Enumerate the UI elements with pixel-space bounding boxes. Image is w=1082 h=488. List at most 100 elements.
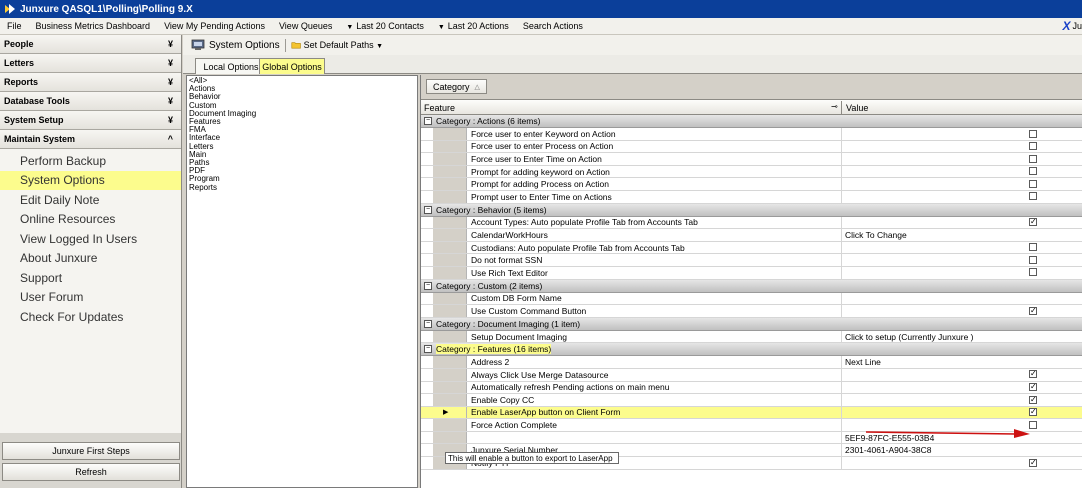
sidebar-item-perform-backup[interactable]: Perform Backup [0,151,181,171]
row-selector[interactable] [433,128,467,140]
value-cell[interactable] [841,241,1082,254]
value-cell[interactable] [841,254,1082,266]
menu-search-actions[interactable]: Search Actions [516,21,590,31]
table-row[interactable]: Prompt for adding keyword on Action [421,165,1082,179]
value-cell[interactable] [841,457,1082,469]
sidebar-section-reports[interactable]: Reports ¥ [0,73,181,92]
option-checkbox[interactable] [1029,243,1037,252]
row-selector[interactable] [433,330,467,343]
list-item[interactable]: Letters [189,142,415,151]
row-selector[interactable] [433,356,467,368]
option-checkbox-checked[interactable]: ✓ [1029,218,1037,227]
option-checkbox[interactable] [1029,192,1037,201]
option-checkbox[interactable] [1029,268,1037,277]
category-row-custom[interactable]: − Category : Custom (2 items) [421,279,1082,293]
value-cell[interactable] [841,305,1082,317]
option-checkbox-checked[interactable]: ✓ [1029,408,1037,417]
value-cell[interactable] [841,292,1082,305]
row-selector[interactable] [433,178,467,190]
value-cell[interactable]: Next Line [841,356,1082,368]
row-selector[interactable] [433,216,467,229]
row-selector[interactable] [433,153,467,165]
table-row[interactable]: Force user to enter Process on Action [421,140,1082,154]
collapse-icon[interactable]: − [424,319,432,328]
option-checkbox-checked[interactable]: ✓ [1029,306,1037,315]
list-item[interactable]: Paths [189,158,415,167]
set-default-paths-button[interactable]: Set Default Paths ▼ [304,40,384,50]
table-row[interactable]: Address 2 Next Line [421,356,1082,369]
row-selector[interactable] [433,431,467,444]
table-row[interactable]: Use Custom Command Button ✓ [421,305,1082,318]
table-row[interactable]: Enable Copy CC ✓ [421,394,1082,407]
table-row[interactable]: Force user to Enter Time on Action [421,153,1082,166]
collapse-icon[interactable]: − [424,281,432,290]
row-selector[interactable] [433,292,467,305]
value-cell[interactable] [841,128,1082,140]
row-selector[interactable] [433,368,467,381]
option-checkbox[interactable] [1029,179,1037,188]
table-row[interactable]: Prompt user to Enter Time on Actions [421,190,1082,204]
list-item[interactable]: Main [189,150,415,159]
sidebar-section-maintain-system[interactable]: Maintain System ^ [0,130,181,149]
sidebar-section-database-tools[interactable]: Database Tools ¥ [0,92,181,111]
value-cell[interactable] [841,178,1082,190]
refresh-button[interactable]: Refresh [2,463,180,481]
value-cell[interactable] [841,140,1082,153]
collapse-icon[interactable]: − [424,117,432,125]
list-item[interactable]: Features [189,117,415,126]
option-checkbox-checked[interactable]: ✓ [1029,458,1037,467]
tab-global-options[interactable]: Global Options [259,58,325,74]
value-cell[interactable]: Click To Change [841,229,1082,241]
value-cell[interactable] [841,165,1082,178]
option-checkbox[interactable] [1029,129,1037,138]
sidebar-item-support[interactable]: Support [0,268,181,288]
value-cell[interactable] [841,266,1082,279]
table-row[interactable]: Custodians: Auto populate Profile Tab fr… [421,241,1082,255]
table-row[interactable]: Setup Document Imaging Click to setup (Cu… [421,330,1082,344]
row-selector[interactable] [433,266,467,279]
value-cell[interactable]: 2301-4061-A904-38C8 [841,444,1082,457]
value-cell[interactable]: Click to setup (Currently Junxure ) [841,330,1082,343]
row-selector[interactable] [433,241,467,254]
table-row[interactable]: CalendarWorkHours Click To Change [421,229,1082,242]
sidebar-item-system-options[interactable]: System Options [0,170,181,190]
value-cell[interactable] [841,153,1082,165]
category-row-actions[interactable]: − Category : Actions (6 items) [421,115,1082,128]
row-selector[interactable] [433,165,467,178]
table-row[interactable]: Custom DB Form Name [421,292,1082,306]
row-selector[interactable] [433,254,467,266]
collapse-icon[interactable]: − [424,205,432,214]
junxure-first-steps-button[interactable]: Junxure First Steps [2,442,180,460]
menu-view-queues[interactable]: View Queues [272,21,339,31]
list-item[interactable]: FMA [189,126,415,134]
sidebar-item-about-junxure[interactable]: About Junxure [0,249,181,269]
sidebar-item-view-logged-in-users[interactable]: View Logged In Users [0,229,181,249]
table-row[interactable]: Automatically refresh Pending actions on… [421,381,1082,395]
table-row[interactable]: Force user to enter Keyword on Action [421,128,1082,141]
value-cell[interactable] [841,394,1082,406]
value-cell[interactable] [841,406,1082,419]
category-list[interactable]: <All> Actions Behavior Custom Document I… [186,75,418,488]
menu-business-metrics-dashboard[interactable]: Business Metrics Dashboard [29,21,158,31]
table-row[interactable]: Prompt for adding Process on Action [421,178,1082,191]
sidebar-item-user-forum[interactable]: User Forum [0,288,181,308]
list-item[interactable]: <All> [189,76,415,85]
menu-view-my-pending-actions[interactable]: View My Pending Actions [157,21,272,31]
sidebar-item-check-for-updates[interactable]: Check For Updates [0,307,181,327]
table-row[interactable]: Do not format SSN [421,254,1082,267]
option-checkbox[interactable] [1029,255,1037,264]
value-cell[interactable] [841,190,1082,203]
list-item[interactable]: Actions [189,84,415,93]
table-row[interactable]: Account Types: Auto populate Profile Tab… [421,216,1082,230]
column-header-feature[interactable]: Feature [424,103,455,113]
sidebar-item-online-resources[interactable]: Online Resources [0,210,181,230]
list-item[interactable]: PDF [189,167,415,175]
row-selector[interactable] [433,190,467,203]
sidebar-section-system-setup[interactable]: System Setup ¥ [0,111,181,130]
row-selector[interactable] [433,140,467,153]
option-checkbox-checked[interactable]: ✓ [1029,370,1037,379]
collapse-icon[interactable]: − [424,345,432,354]
option-checkbox-checked[interactable]: ✓ [1029,395,1037,404]
row-selector[interactable] [433,394,467,406]
menu-file[interactable]: File [0,21,29,31]
